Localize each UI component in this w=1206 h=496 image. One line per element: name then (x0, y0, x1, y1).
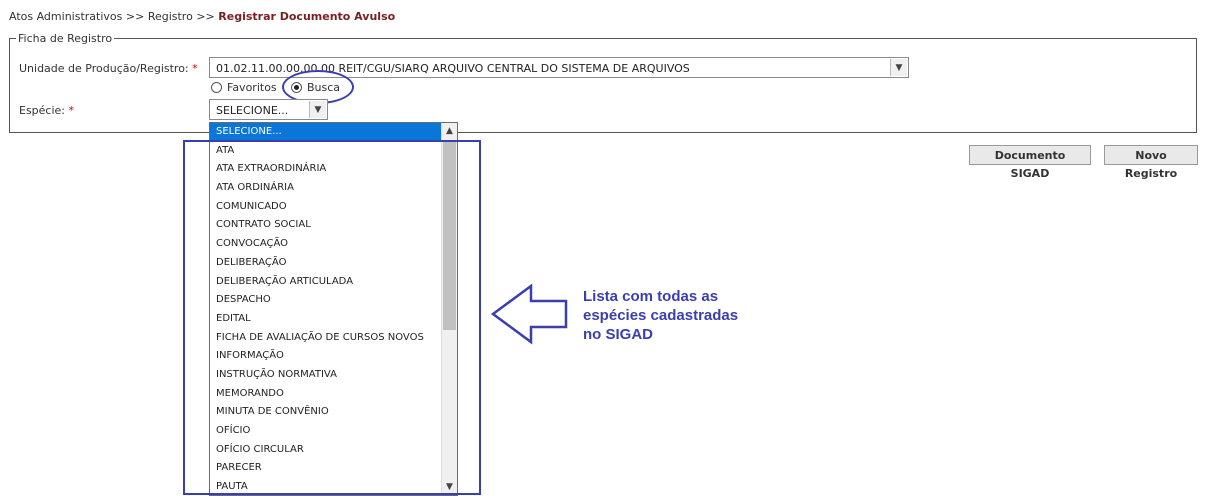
especie-label-text: Espécie: (19, 104, 66, 117)
breadcrumb-item-atos[interactable]: Atos Administrativos (9, 10, 122, 23)
required-mark: * (192, 62, 198, 75)
chevron-down-icon[interactable]: ▼ (890, 59, 907, 76)
breadcrumb-separator: >> (196, 10, 215, 23)
chevron-down-icon[interactable]: ▼ (309, 101, 326, 118)
unidade-select-value: 01.02.11.00.00.00.00 REIT/CGU/SIARQ ARQU… (216, 62, 690, 75)
dropdown-option-selected[interactable]: SELECIONE... (210, 123, 442, 142)
unidade-label-text: Unidade de Produção/Registro: (19, 62, 189, 75)
ficha-registro-fieldset (9, 38, 1197, 133)
chevron-up-icon[interactable]: ▲ (442, 123, 457, 139)
unidade-label: Unidade de Produção/Registro: * (19, 62, 198, 75)
especie-select[interactable]: SELECIONE... ▼ (209, 99, 328, 120)
radio-favoritos-label: Favoritos (227, 81, 277, 94)
breadcrumb-separator: >> (125, 10, 145, 23)
documento-sigad-button[interactable]: Documento SIGAD (969, 145, 1091, 180)
breadcrumb-current: Registrar Documento Avulso (218, 10, 396, 23)
radio-favoritos[interactable] (211, 82, 222, 93)
annotation-line: Lista com todas as (583, 288, 719, 305)
breadcrumb-item-registro[interactable]: Registro (148, 10, 193, 23)
annotation-highlight-rect (183, 140, 481, 495)
especie-select-value: SELECIONE... (216, 104, 289, 117)
annotation-line: espécies cadastradas (583, 307, 739, 324)
required-mark: * (68, 104, 75, 117)
annotation-line: no SIGAD (583, 326, 653, 343)
especie-label: Espécie: * (19, 104, 74, 117)
annotation-text: Lista com todas as espécies cadastradas … (583, 287, 783, 344)
breadcrumb: Atos Administrativos >> Registro >> Regi… (9, 10, 395, 23)
fieldset-legend: Ficha de Registro (16, 32, 115, 45)
novo-registro-button[interactable]: Novo Registro (1104, 145, 1198, 180)
left-arrow-icon (490, 283, 568, 345)
